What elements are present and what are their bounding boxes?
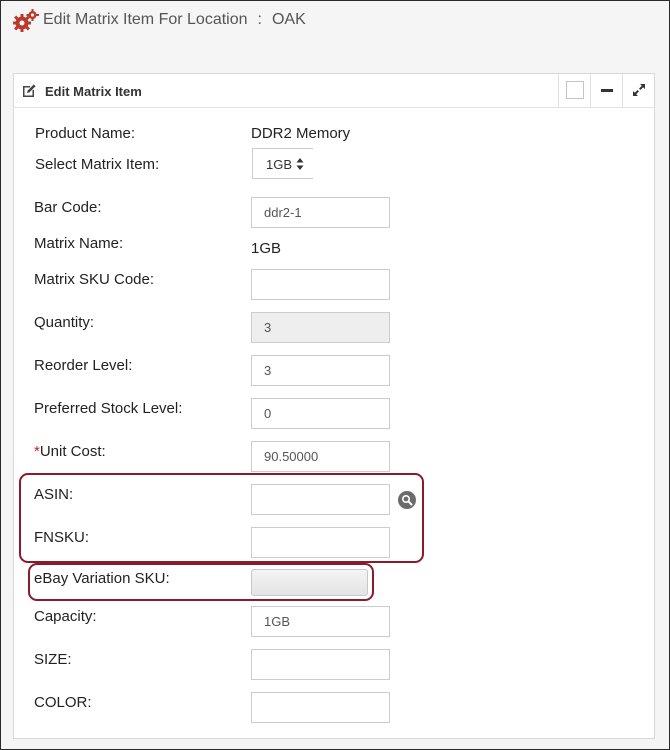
- checkbox-button[interactable]: [558, 74, 590, 107]
- expand-icon: [633, 84, 645, 96]
- panel-header: Edit Matrix Item: [14, 74, 654, 108]
- product-name-label: Product Name:: [35, 125, 136, 142]
- matrix-sku-code-input[interactable]: [251, 269, 390, 300]
- bar-code-label: Bar Code:: [34, 199, 102, 216]
- expand-button[interactable]: [622, 74, 654, 107]
- reorder-level-input[interactable]: [251, 355, 390, 386]
- select-matrix-item-dropdown[interactable]: 1GB: [252, 148, 313, 179]
- minimize-button[interactable]: [590, 74, 622, 107]
- matrix-name-label: Matrix Name:: [34, 235, 124, 252]
- sort-arrows-icon: [296, 158, 304, 170]
- matrix-name-value: 1GB: [251, 240, 282, 257]
- size-input[interactable]: [251, 649, 390, 680]
- select-matrix-item-label: Select Matrix Item:: [35, 156, 160, 173]
- asin-fnsku-highlight: [19, 473, 424, 563]
- color-label: COLOR:: [34, 694, 92, 711]
- minus-icon: [601, 89, 613, 92]
- size-label: SIZE:: [34, 651, 72, 668]
- capacity-label: Capacity:: [34, 608, 97, 625]
- location-code: OAK: [271, 11, 306, 28]
- bar-code-input[interactable]: [251, 197, 390, 228]
- title-separator: :: [257, 11, 262, 28]
- checkbox-square-icon: [566, 81, 584, 99]
- edit-icon: [23, 84, 36, 97]
- preferred-stock-level-label: Preferred Stock Level:: [34, 400, 183, 417]
- page-title: Edit Matrix Item For Location: OAK: [43, 11, 306, 29]
- quantity-input: [251, 312, 390, 343]
- unit-cost-input[interactable]: [251, 441, 390, 472]
- ebay-sku-highlight: [28, 563, 374, 601]
- unit-cost-label-text: Unit Cost:: [39, 443, 106, 460]
- gears-icon: [13, 9, 39, 32]
- preferred-stock-level-input[interactable]: [251, 398, 390, 429]
- select-matrix-item-value: 1GB: [266, 157, 293, 172]
- unit-cost-label: *Unit Cost:: [34, 443, 106, 460]
- matrix-sku-code-label: Matrix SKU Code:: [34, 271, 155, 288]
- page-title-text: Edit Matrix Item For Location: [43, 11, 248, 28]
- product-name-value: DDR2 Memory: [251, 125, 351, 142]
- panel-title: Edit Matrix Item: [45, 84, 142, 99]
- reorder-level-label: Reorder Level:: [34, 357, 133, 374]
- window-frame: Edit Matrix Item For Location: OAK Edit M…: [0, 0, 670, 750]
- quantity-label: Quantity:: [34, 314, 95, 331]
- page-header: Edit Matrix Item For Location: OAK: [1, 1, 669, 41]
- capacity-input[interactable]: [251, 606, 390, 637]
- color-input[interactable]: [251, 692, 390, 723]
